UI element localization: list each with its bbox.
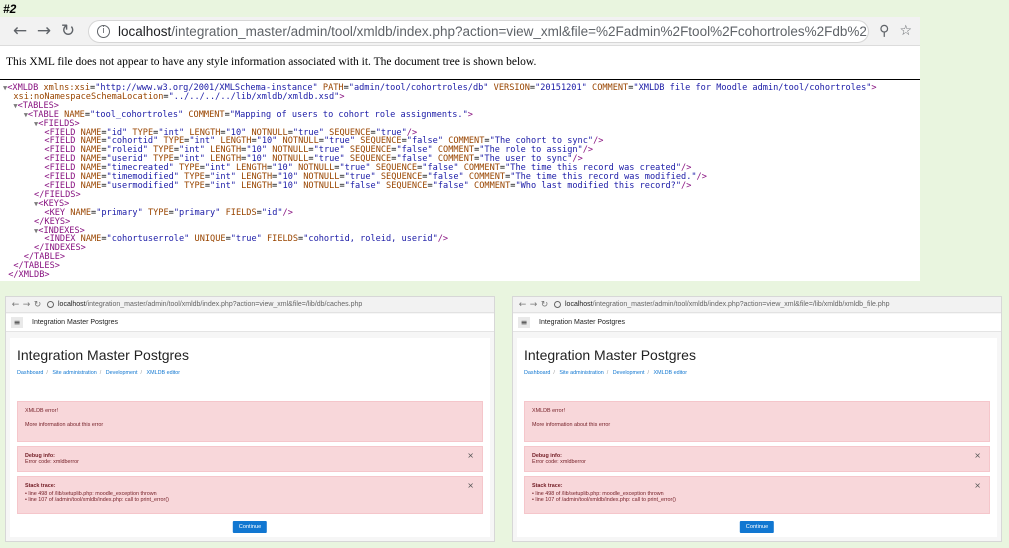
- stack-trace-alert: Stack trace: line 498 of /lib/setuplib.p…: [17, 476, 483, 514]
- url-host: localhost: [58, 301, 86, 308]
- breadcrumb-dashboard[interactable]: Dashboard: [524, 370, 550, 376]
- url-path: /integration_master/admin/tool/xmldb/ind…: [592, 301, 890, 308]
- url-host: localhost: [118, 23, 172, 39]
- address-bar[interactable]: i localhost/integration_master/admin/too…: [88, 19, 870, 43]
- url-path: /integration_master/admin/tool/xmldb/ind…: [85, 301, 363, 308]
- page-title: Integration Master Postgres: [524, 347, 696, 363]
- address-bar[interactable]: localhost/integration_master/admin/tool/…: [47, 299, 490, 311]
- back-arrow-icon[interactable]: ←: [8, 19, 32, 43]
- continue-button[interactable]: Continue: [739, 521, 775, 533]
- xml-line: </FIELDS>: [34, 189, 81, 200]
- close-icon[interactable]: ×: [467, 451, 474, 460]
- url-path: /integration_master/admin/tool/xmldb/ind…: [171, 23, 870, 39]
- breadcrumb-development[interactable]: Development: [613, 370, 645, 376]
- top-browser-window: ← → ↻ i localhost/integration_master/adm…: [0, 17, 920, 281]
- browser-toolbar: ← → ↻ localhost/integration_master/admin…: [6, 297, 494, 313]
- stack-trace-list: line 498 of /lib/setuplib.php: moodle_ex…: [25, 491, 475, 503]
- continue-button[interactable]: Continue: [232, 521, 268, 533]
- error-alert: XMLDB error! More information about this…: [17, 401, 483, 442]
- forward-arrow-icon[interactable]: →: [21, 300, 32, 310]
- right-browser-window: ← → ↻ localhost/integration_master/admin…: [512, 296, 1002, 542]
- close-icon[interactable]: ×: [467, 481, 474, 490]
- moodle-navbar: ≡ Integration Master Postgres: [6, 314, 494, 332]
- back-arrow-icon[interactable]: ←: [517, 300, 528, 310]
- moodle-page: Integration Master Postgres Dashboard / S…: [10, 338, 490, 537]
- reload-icon[interactable]: ↻: [56, 19, 80, 43]
- breadcrumb-xmldb-editor[interactable]: XMLDB editor: [654, 370, 688, 376]
- moodle-navbar: ≡ Integration Master Postgres: [513, 314, 1001, 332]
- error-alert: XMLDB error! More information about this…: [524, 401, 990, 442]
- breadcrumb-site-administration[interactable]: Site administration: [559, 370, 603, 376]
- xml-line: </KEYS>: [34, 216, 71, 227]
- url-host: localhost: [565, 301, 593, 308]
- stack-trace-label: Stack trace:: [25, 483, 56, 489]
- hamburger-menu-icon[interactable]: ≡: [11, 317, 23, 328]
- stack-trace-item: line 107 of /admin/tool/xmldb/index.php:…: [532, 497, 982, 503]
- moodle-page: Integration Master Postgres Dashboard / S…: [517, 338, 997, 537]
- breadcrumb: Dashboard / Site administration / Developm…: [17, 370, 181, 376]
- breadcrumb-development[interactable]: Development: [106, 370, 138, 376]
- stack-trace-list: line 498 of /lib/setuplib.php: moodle_ex…: [532, 491, 982, 503]
- screenshot-label: #2: [3, 2, 17, 16]
- xml-line: </XMLDB>: [8, 270, 50, 281]
- stack-trace-item: line 107 of /admin/tool/xmldb/index.php:…: [25, 497, 475, 503]
- error-title: XMLDB error!: [532, 408, 565, 414]
- debug-info-text: Error code: xmldberror: [25, 459, 79, 465]
- xml-line: <FIELD NAME="usermodified" TYPE="int" LE…: [44, 180, 692, 191]
- xml-line: ▼<TABLE NAME="tool_cohortroles" COMMENT=…: [23, 109, 473, 120]
- page-title: Integration Master Postgres: [17, 347, 189, 363]
- error-title: XMLDB error!: [25, 408, 58, 414]
- breadcrumb-site-administration[interactable]: Site administration: [52, 370, 96, 376]
- xml-line: </TABLES>: [13, 261, 60, 272]
- breadcrumb-dashboard[interactable]: Dashboard: [17, 370, 43, 376]
- xml-document-tree: ▼<XMLDB xmlns:xsi="http://www.w3.org/200…: [0, 80, 920, 280]
- hamburger-menu-icon[interactable]: ≡: [518, 317, 530, 328]
- browser-toolbar: ← → ↻ i localhost/integration_master/adm…: [0, 17, 920, 46]
- info-icon[interactable]: [554, 301, 561, 308]
- stack-trace-alert: Stack trace: line 498 of /lib/setuplib.p…: [524, 476, 990, 514]
- xml-line: </INDEXES>: [34, 243, 86, 254]
- info-icon[interactable]: i: [97, 24, 110, 38]
- debug-info-alert: Debug info: Error code: xmldberror ×: [17, 446, 483, 472]
- xml-line: xsi:noNamespaceSchemaLocation="../../../…: [13, 91, 345, 102]
- address-bar[interactable]: localhost/integration_master/admin/tool/…: [554, 299, 997, 311]
- debug-info-alert: Debug info: Error code: xmldberror ×: [524, 446, 990, 472]
- error-more-info-link[interactable]: More information about this error: [25, 422, 475, 428]
- info-icon[interactable]: [47, 301, 54, 308]
- close-icon[interactable]: ×: [974, 451, 981, 460]
- xml-line: <INDEX NAME="cohortuserrole" UNIQUE="tru…: [44, 234, 449, 245]
- xml-style-notice: This XML file does not appear to have an…: [0, 46, 920, 80]
- xml-line: <KEY NAME="primary" TYPE="primary" FIELD…: [44, 207, 293, 218]
- forward-arrow-icon[interactable]: →: [32, 19, 56, 43]
- xml-line: </TABLE>: [23, 252, 66, 263]
- browser-toolbar: ← → ↻ localhost/integration_master/admin…: [513, 297, 1001, 313]
- breadcrumb-xmldb-editor[interactable]: XMLDB editor: [147, 370, 181, 376]
- back-arrow-icon[interactable]: ←: [10, 300, 21, 310]
- stack-trace-label: Stack trace:: [532, 483, 563, 489]
- reload-icon[interactable]: ↻: [32, 300, 43, 310]
- reload-icon[interactable]: ↻: [539, 300, 550, 310]
- error-more-info-link[interactable]: More information about this error: [532, 422, 982, 428]
- site-name[interactable]: Integration Master Postgres: [32, 319, 118, 326]
- debug-info-text: Error code: xmldberror: [532, 459, 586, 465]
- site-name[interactable]: Integration Master Postgres: [539, 319, 625, 326]
- zoom-icon[interactable]: ⚲: [879, 23, 889, 39]
- breadcrumb: Dashboard / Site administration / Developm…: [524, 370, 688, 376]
- bookmark-star-icon[interactable]: ☆: [899, 23, 912, 39]
- forward-arrow-icon[interactable]: →: [528, 300, 539, 310]
- left-browser-window: ← → ↻ localhost/integration_master/admin…: [5, 296, 495, 542]
- close-icon[interactable]: ×: [974, 481, 981, 490]
